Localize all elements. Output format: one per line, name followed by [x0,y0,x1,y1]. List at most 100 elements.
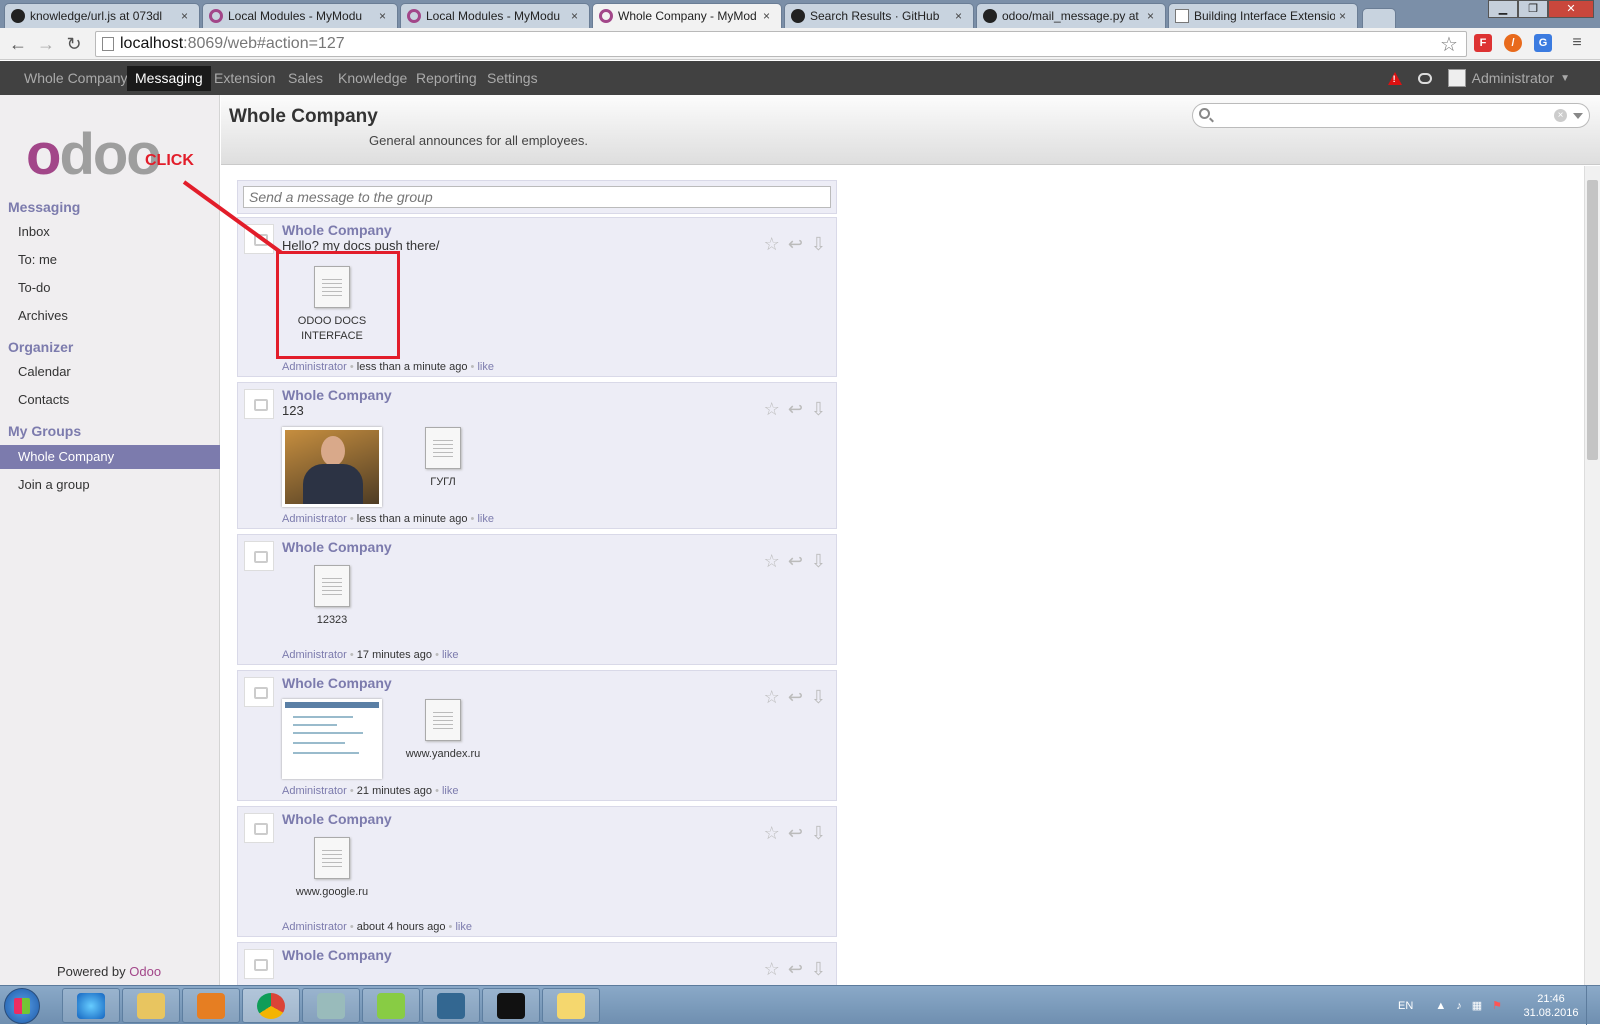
sidebar-item-calendar[interactable]: Calendar [0,360,220,384]
message-group-link[interactable]: Whole Company [282,539,392,555]
archive-icon[interactable]: ⇩ [811,399,826,420]
menu-icon[interactable]: ≡ [1568,34,1586,52]
reply-icon[interactable]: ↩ [788,234,803,255]
like-link[interactable]: like [455,921,472,933]
archive-icon[interactable]: ⇩ [811,823,826,844]
attachment-file[interactable]: ГУГЛ [393,427,493,490]
menu-settings[interactable]: Settings [479,66,546,91]
reply-icon[interactable]: ↩ [788,959,803,980]
start-button[interactable] [4,988,40,1024]
scrollbar-thumb[interactable] [1587,180,1598,460]
image-attachment[interactable] [282,427,382,507]
clear-icon[interactable]: × [1554,109,1567,122]
scrollbar[interactable] [1584,166,1600,985]
avatar[interactable] [244,541,274,571]
browser-tab[interactable]: Local Modules - MyModu × [202,3,398,28]
taskbar-settings[interactable] [302,988,360,1023]
back-icon[interactable]: ← [6,32,30,56]
author-link[interactable]: Administrator [282,649,347,661]
browser-tab[interactable]: odoo/mail_message.py at × [976,3,1166,28]
chevron-up-icon[interactable]: ▲ [1435,1000,1446,1012]
forward-icon[interactable]: → [34,32,58,56]
star-icon[interactable]: ☆ [764,959,780,980]
message-group-link[interactable]: Whole Company [282,675,392,691]
taskbar-pgadmin[interactable] [422,988,480,1023]
sidebar-item-inbox[interactable]: Inbox [0,220,220,244]
browser-tab[interactable]: Local Modules - MyModu × [400,3,590,28]
avatar[interactable] [244,677,274,707]
menu-whole-company[interactable]: Whole Company [16,66,136,91]
browser-tab[interactable]: knowledge/url.js at 073dl × [4,3,200,28]
archive-icon[interactable]: ⇩ [811,234,826,255]
odoo-link[interactable]: Odoo [129,964,161,979]
close-icon[interactable]: × [1339,9,1351,23]
archive-icon[interactable]: ⇩ [811,687,826,708]
close-icon[interactable]: × [379,9,391,23]
menu-messaging[interactable]: Messaging [127,66,211,91]
sidebar-item-archives[interactable]: Archives [0,304,220,328]
archive-icon[interactable]: ⇩ [811,551,826,572]
flag-icon[interactable]: ⚑ [1492,999,1502,1012]
taskbar-app[interactable] [362,988,420,1023]
image-attachment[interactable] [282,699,382,779]
star-icon[interactable]: ☆ [764,399,780,420]
browser-tab[interactable]: Building Interface Extensio × [1168,3,1358,28]
star-icon[interactable]: ☆ [764,687,780,708]
extension-icon[interactable]: F [1474,34,1492,52]
user-menu[interactable]: Administrator [1472,70,1554,86]
translate-icon[interactable]: G [1534,34,1552,52]
avatar[interactable] [244,389,274,419]
warning-icon[interactable]: ! [1387,71,1402,85]
menu-knowledge[interactable]: Knowledge [330,66,415,91]
avatar[interactable] [244,813,274,843]
chat-icon[interactable] [1417,72,1432,84]
sidebar-item-join-a-group[interactable]: Join a group [0,473,220,497]
taskbar-explorer[interactable] [122,988,180,1023]
restore-icon[interactable]: ❐ [1518,0,1548,18]
sidebar-item-whole-company[interactable]: Whole Company [0,445,220,469]
author-link[interactable]: Administrator [282,361,347,373]
odoo-logo[interactable]: odoo [26,125,162,185]
close-icon[interactable]: × [571,9,583,23]
url-input[interactable]: localhost:8069/web#action=127 [95,31,1467,57]
close-icon[interactable]: × [763,9,775,23]
close-window-icon[interactable]: ✕ [1548,0,1594,18]
message-group-link[interactable]: Whole Company [282,222,392,238]
reload-icon[interactable]: ↻ [62,32,86,56]
taskbar-ie[interactable] [62,988,120,1023]
search-input[interactable]: × [1192,103,1590,128]
sidebar-item-to-do[interactable]: To-do [0,276,220,300]
extension-icon[interactable]: / [1504,34,1522,52]
language-indicator[interactable]: EN [1398,1000,1413,1012]
bookmark-star-icon[interactable]: ☆ [1440,32,1458,57]
like-link[interactable]: like [442,649,459,661]
avatar[interactable] [244,949,274,979]
attachment-file[interactable]: 12323 [282,565,382,628]
browser-tab-active[interactable]: Whole Company - MyMod × [592,3,782,28]
browser-tab[interactable]: Search Results · GitHub × [784,3,974,28]
author-link[interactable]: Administrator [282,513,347,525]
like-link[interactable]: like [442,785,459,797]
attachment-file[interactable]: www.yandex.ru [393,699,493,762]
taskbar-cmd[interactable] [482,988,540,1023]
menu-extension[interactable]: Extension [206,66,283,91]
minimize-icon[interactable]: ▁ [1488,0,1518,18]
sidebar-item-contacts[interactable]: Contacts [0,388,220,412]
message-input[interactable] [243,186,831,208]
menu-reporting[interactable]: Reporting [408,66,485,91]
taskbar-media[interactable] [182,988,240,1023]
archive-icon[interactable]: ⇩ [811,959,826,980]
clock[interactable]: 21:46 31.08.2016 [1516,992,1586,1020]
menu-sales[interactable]: Sales [280,66,331,91]
author-link[interactable]: Administrator [282,785,347,797]
new-tab-button[interactable] [1362,8,1396,28]
chevron-down-icon[interactable] [1573,113,1583,119]
reply-icon[interactable]: ↩ [788,823,803,844]
network-icon[interactable]: ▦ [1472,999,1482,1012]
message-group-link[interactable]: Whole Company [282,387,392,403]
close-icon[interactable]: × [955,9,967,23]
message-group-link[interactable]: Whole Company [282,811,392,827]
star-icon[interactable]: ☆ [764,551,780,572]
like-link[interactable]: like [477,513,494,525]
reply-icon[interactable]: ↩ [788,399,803,420]
